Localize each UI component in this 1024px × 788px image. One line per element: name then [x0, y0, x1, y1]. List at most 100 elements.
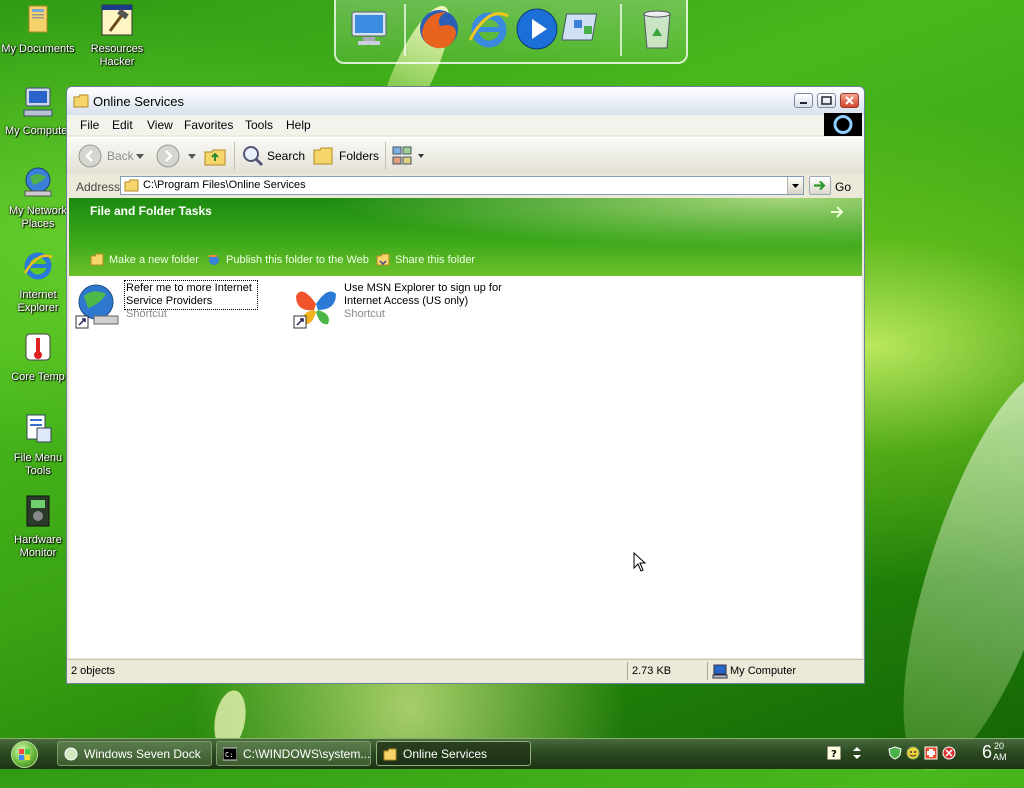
desktop-icon-label: My Network Places — [8, 205, 68, 230]
go-button[interactable] — [809, 176, 831, 195]
folders-label: Folders — [339, 149, 380, 163]
expand-arrow-icon[interactable] — [828, 203, 846, 221]
desktop-icon-hardware-monitor[interactable]: Hardware Monitor — [0, 494, 76, 560]
windows-logo-icon — [19, 749, 30, 760]
desktop-icon-label: My Computer — [4, 125, 72, 137]
views-button[interactable] — [391, 143, 427, 169]
search-icon — [243, 146, 264, 167]
globe-shortcut-icon — [75, 284, 119, 329]
share-folder-icon — [376, 253, 390, 266]
file-name: Refer me to more Internet Service Provid… — [124, 280, 258, 310]
close-button[interactable] — [840, 93, 859, 108]
menu-help[interactable]: Help — [286, 118, 311, 132]
file-item[interactable]: Refer me to more Internet Service Provid… — [74, 280, 264, 329]
file-item[interactable]: Use MSN Explorer to sign up for Internet… — [292, 282, 512, 329]
thermometer-icon — [25, 333, 51, 361]
computer-icon — [23, 87, 53, 117]
title-bar[interactable]: Online Services — [67, 87, 864, 116]
desktop-icon-file-menu-tools[interactable]: File Menu Tools — [0, 412, 76, 478]
monitor-icon[interactable] — [346, 6, 392, 52]
folders-button[interactable]: Folders — [312, 143, 380, 169]
desktop-icon-label: File Menu Tools — [13, 452, 63, 477]
address-input[interactable]: C:\Program Files\Online Services — [120, 176, 804, 195]
menu-file[interactable]: File — [80, 118, 99, 132]
address-value: C:\Program Files\Online Services — [143, 179, 306, 191]
play-icon[interactable] — [514, 6, 560, 52]
status-separator — [627, 662, 628, 680]
taskbar-button-label: Windows Seven Dock — [84, 747, 201, 761]
window-title: Online Services — [93, 94, 185, 109]
new-folder-icon — [90, 253, 104, 266]
smiley-icon[interactable] — [906, 746, 920, 760]
file-type: Shortcut — [126, 308, 167, 320]
address-dropdown-button[interactable] — [787, 177, 803, 194]
menu-view[interactable]: View — [147, 118, 173, 132]
security-shield-icon[interactable] — [888, 746, 902, 760]
internet-explorer-icon[interactable] — [466, 6, 512, 52]
desktop-icon-resources-hacker[interactable]: Resources Hacker — [79, 3, 155, 69]
msn-butterfly-icon — [293, 291, 336, 329]
go-arrow-icon — [814, 180, 826, 191]
status-bar: 2 objects 2.73 KB My Computer — [67, 659, 864, 683]
minimize-button[interactable] — [794, 93, 813, 108]
recycle-bin-icon[interactable] — [634, 6, 680, 52]
close-icon — [845, 96, 854, 105]
status-separator — [707, 662, 708, 680]
file-tools-icon — [26, 414, 52, 443]
taskbar-button-seven-dock[interactable]: Windows Seven Dock — [57, 741, 212, 766]
back-label: Back — [107, 149, 134, 163]
file-type: Shortcut — [344, 308, 385, 320]
desktop-icon-my-computer[interactable]: My Computer — [0, 85, 76, 138]
antivirus-icon[interactable] — [942, 746, 956, 760]
firefox-icon[interactable] — [416, 6, 462, 52]
publish-web-icon — [209, 255, 219, 265]
chevron-down-icon[interactable] — [188, 154, 196, 159]
desktop-icon-my-documents[interactable]: My Documents — [0, 3, 76, 56]
task-share-folder[interactable]: Share this folder — [376, 252, 475, 266]
menu-bar: File Edit View Favorites Tools Help — [67, 115, 864, 135]
internet-explorer-icon — [23, 252, 53, 280]
menu-favorites[interactable]: Favorites — [184, 118, 233, 132]
help-icon[interactable]: ? — [827, 746, 841, 760]
desktop-icon-label: Internet Explorer — [17, 289, 59, 314]
taskbar-button-command-prompt[interactable]: C: C:\WINDOWS\system... — [216, 741, 371, 766]
task-link-label: Make a new folder — [109, 254, 199, 266]
seven-dock — [334, 0, 688, 64]
menu-edit[interactable]: Edit — [112, 118, 133, 132]
menu-tools[interactable]: Tools — [245, 118, 273, 132]
start-button[interactable] — [11, 741, 38, 768]
back-arrow-icon — [78, 144, 102, 168]
task-publish-folder[interactable]: Publish this folder to the Web — [207, 252, 369, 266]
wallpaper-blade — [868, 351, 1024, 788]
go-label[interactable]: Go — [835, 180, 851, 194]
search-button[interactable]: Search — [241, 143, 307, 169]
taskbar-button-label: Online Services — [403, 747, 488, 761]
tasks-title[interactable]: File and Folder Tasks — [90, 204, 212, 218]
clock-hour: 6 — [982, 742, 993, 762]
network-globe-icon — [24, 167, 52, 197]
address-bar: Address C:\Program Files\Online Services… — [67, 174, 864, 198]
desktop-icon-internet-explorer[interactable]: Internet Explorer — [0, 249, 76, 315]
dock-app-icon — [64, 747, 78, 761]
search-label: Search — [267, 149, 306, 163]
chevron-down-icon[interactable] — [136, 154, 144, 159]
notification-arrows-icon[interactable] — [850, 746, 864, 760]
desktop-icon-core-temp[interactable]: Core Temp — [0, 331, 76, 384]
minimize-icon — [800, 102, 807, 104]
taskbar-button-online-services[interactable]: Online Services — [376, 741, 531, 766]
desktop-icon-network-places[interactable]: My Network Places — [0, 165, 76, 231]
folder-up-icon[interactable] — [203, 143, 227, 169]
clock[interactable]: 6 20 AM — [982, 741, 1007, 763]
control-panel-icon[interactable] — [560, 6, 606, 52]
windows-throbber-logo — [824, 113, 862, 136]
maximize-button[interactable] — [817, 93, 836, 108]
colorful-app-icon[interactable] — [924, 746, 938, 760]
toolbar-separator — [234, 142, 235, 170]
chevron-down-icon — [418, 154, 424, 158]
clock-minutes: 20 — [994, 741, 1005, 751]
taskbar: Windows Seven Dock C: C:\WINDOWS\system.… — [0, 738, 1024, 769]
task-make-new-folder[interactable]: Make a new folder — [90, 252, 199, 266]
forward-arrow-icon[interactable] — [155, 143, 181, 169]
file-list[interactable]: Refer me to more Internet Service Provid… — [69, 276, 862, 658]
mouse-cursor-icon — [633, 552, 647, 572]
